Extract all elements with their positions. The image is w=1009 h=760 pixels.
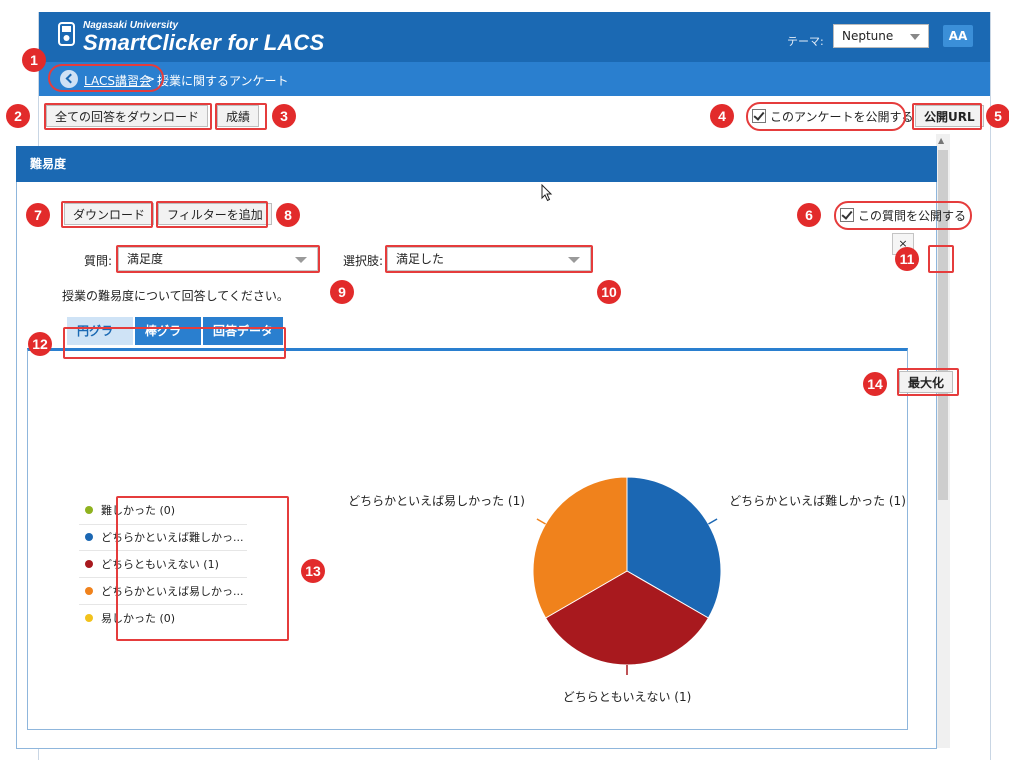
callout-number-12: 12 <box>28 332 52 356</box>
callout-number-9: 9 <box>330 280 354 304</box>
scroll-up-arrow-icon[interactable]: ▲ <box>938 136 944 145</box>
callout-number-11: 11 <box>895 247 919 271</box>
question-label: 質問: <box>84 254 113 268</box>
question-description: 授業の難易度について回答してください。 <box>62 289 289 303</box>
callout-number-1: 1 <box>22 48 46 72</box>
callout-box-6 <box>834 201 972 230</box>
callout-number-6: 6 <box>797 203 821 227</box>
callout-number-5: 5 <box>986 104 1009 128</box>
callout-number-10: 10 <box>597 280 621 304</box>
callout-box-14 <box>897 368 959 396</box>
callout-number-14: 14 <box>863 372 887 396</box>
slice-leader-line <box>708 518 718 525</box>
callout-number-13: 13 <box>301 559 325 583</box>
callout-box-12 <box>63 327 286 359</box>
panel-title: 難易度 <box>16 146 937 182</box>
mouse-cursor-icon <box>541 184 553 202</box>
app-header: Nagasaki University SmartClicker for LAC… <box>39 12 990 62</box>
breadcrumb-current: 授業に関するアンケート <box>157 74 289 88</box>
callout-box-8 <box>156 201 268 228</box>
chevron-down-icon <box>910 34 920 40</box>
callout-number-2: 2 <box>6 104 30 128</box>
callout-number-4: 4 <box>710 104 734 128</box>
theme-select[interactable]: Neptune <box>833 24 929 48</box>
callout-number-3: 3 <box>272 104 296 128</box>
choice-label: 選択肢: <box>343 254 384 268</box>
callout-box-1 <box>48 64 164 92</box>
breadcrumb: LACS講習会 > 授業に関するアンケート <box>39 62 990 96</box>
callout-box-10 <box>385 245 593 273</box>
slice-data-label: どちらかといえば難しかった (1) <box>729 493 906 508</box>
theme-select-value: Neptune <box>842 29 894 43</box>
clicker-logo-icon <box>58 22 75 46</box>
callout-box-3 <box>215 103 267 130</box>
slice-data-label: どちらかといえば易しかった (1) <box>348 494 525 508</box>
callout-box-7 <box>61 201 153 228</box>
theme-label: テーマ: <box>787 35 824 48</box>
callout-box-13 <box>116 496 289 641</box>
slice-leader-line <box>536 518 546 525</box>
callout-number-8: 8 <box>276 203 300 227</box>
slice-data-label: どちらともいえない (1) <box>563 690 692 704</box>
app-title: SmartClicker for LACS <box>83 30 325 55</box>
callout-box-2 <box>44 103 212 130</box>
callout-number-7: 7 <box>26 203 50 227</box>
callout-box-9 <box>116 245 320 273</box>
font-size-button[interactable]: AA <box>943 25 973 47</box>
callout-box-11 <box>928 245 954 273</box>
callout-box-4 <box>746 102 906 131</box>
callout-box-5 <box>912 103 982 130</box>
